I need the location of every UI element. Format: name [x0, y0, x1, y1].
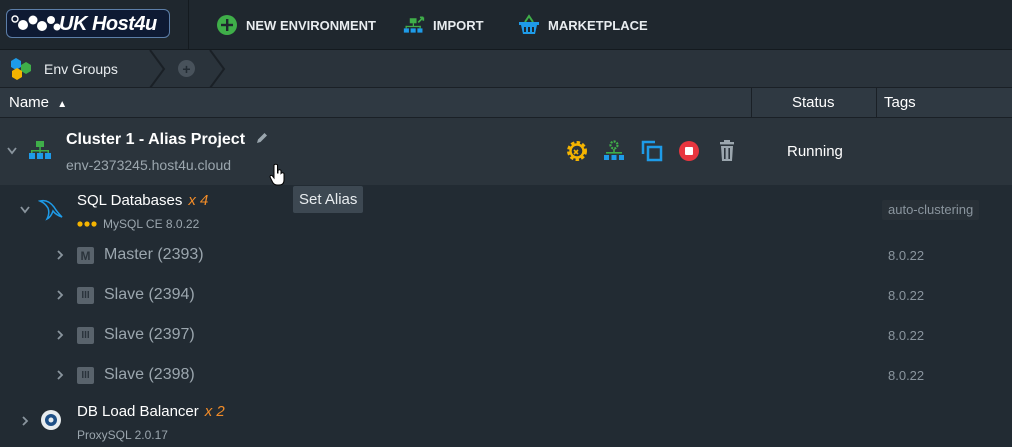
- settings-icon[interactable]: [565, 139, 589, 163]
- breadcrumb-separator: [209, 50, 226, 88]
- toolbar-divider: [188, 0, 189, 50]
- breadcrumb-separator: [149, 50, 166, 88]
- table-header: Name ▲ Status Tags: [0, 88, 1012, 118]
- node-label: Slave (2397): [104, 326, 195, 343]
- logo-text: UK Host4u: [59, 13, 157, 35]
- layer-sql-databases[interactable]: SQL Databases x 4 MySQL CE 8.0.22 auto-cl…: [0, 185, 1012, 235]
- top-toolbar: UK Host4u NEW ENVIRONMENT IMPORT MARKETP…: [0, 0, 1012, 50]
- layer-subtitle: ProxySQL 2.0.17: [77, 428, 168, 442]
- pencil-icon[interactable]: [255, 131, 269, 145]
- marketplace-label: MARKETPLACE: [548, 17, 648, 33]
- env-groups-breadcrumb[interactable]: Env Groups: [10, 56, 118, 82]
- slave-node-icon: III: [77, 367, 94, 384]
- basket-icon: [519, 14, 539, 34]
- column-divider: [876, 88, 877, 118]
- environment-status: Running: [787, 143, 843, 160]
- environment-row[interactable]: Cluster 1 - Alias Project env-2373245.ho…: [0, 118, 1012, 186]
- logo-dots-icon: [11, 15, 61, 31]
- column-tags-header[interactable]: Tags: [884, 94, 916, 111]
- add-group-button[interactable]: +: [178, 60, 195, 77]
- layer-title: DB Load Balancer x 2: [77, 403, 225, 420]
- node-label: Slave (2394): [104, 286, 195, 303]
- master-node-icon: M: [77, 247, 94, 264]
- column-name-header[interactable]: Name ▲: [9, 94, 67, 111]
- chevron-right-icon[interactable]: [55, 249, 65, 261]
- chevron-right-icon[interactable]: [55, 289, 65, 301]
- slave-node-icon: III: [77, 287, 94, 304]
- chevron-right-icon[interactable]: [55, 329, 65, 341]
- brand-logo[interactable]: UK Host4u: [6, 9, 170, 38]
- node-count-badge: x 4: [188, 192, 209, 209]
- node-version: 8.0.22: [888, 328, 925, 343]
- node-label: Master (2393): [104, 246, 204, 263]
- clone-icon[interactable]: [640, 139, 664, 163]
- chevron-down-icon[interactable]: [19, 205, 31, 215]
- stop-icon[interactable]: [677, 139, 701, 163]
- layer-db-load-balancer[interactable]: DB Load Balancer x 2 ProxySQL 2.0.17: [0, 395, 1012, 447]
- layer-title: SQL Databases x 4: [77, 192, 209, 209]
- node-row[interactable]: III Slave (2398) 8.0.22: [0, 355, 1012, 395]
- environment-topology-icon: [29, 141, 51, 159]
- topology-icon[interactable]: [602, 139, 626, 163]
- node-label: Slave (2398): [104, 366, 195, 383]
- env-groups-bar: Env Groups +: [0, 50, 1012, 88]
- proxysql-icon: [41, 410, 61, 430]
- node-version: 8.0.22: [888, 368, 925, 383]
- hexagons-icon: [11, 58, 31, 80]
- node-count-badge: x 2: [204, 403, 225, 420]
- node-row[interactable]: III Slave (2394) 8.0.22: [0, 275, 1012, 315]
- column-status-header[interactable]: Status: [792, 94, 835, 111]
- hand-cursor-icon: [269, 163, 285, 186]
- environment-domain[interactable]: env-2373245.host4u.cloud: [66, 157, 231, 173]
- mysql-dolphin-icon: [38, 199, 63, 221]
- node-row[interactable]: M Master (2393) 8.0.22: [0, 235, 1012, 275]
- slave-node-icon: III: [77, 327, 94, 344]
- node-version: 8.0.22: [888, 248, 925, 263]
- environment-title[interactable]: Cluster 1 - Alias Project: [66, 131, 269, 149]
- delete-icon[interactable]: [715, 139, 739, 163]
- chevron-down-icon[interactable]: [6, 146, 18, 156]
- import-button[interactable]: IMPORT: [403, 14, 484, 36]
- env-groups-label: Env Groups: [44, 61, 118, 77]
- column-divider: [751, 88, 752, 118]
- import-icon: [403, 16, 425, 33]
- chevron-right-icon[interactable]: [20, 415, 30, 427]
- new-environment-label: NEW ENVIRONMENT: [246, 17, 376, 33]
- tag-auto-clustering[interactable]: auto-clustering: [882, 200, 980, 220]
- chevron-right-icon[interactable]: [55, 369, 65, 381]
- new-environment-button[interactable]: NEW ENVIRONMENT: [216, 14, 376, 36]
- layer-subtitle: MySQL CE 8.0.22: [77, 217, 199, 231]
- marketplace-button[interactable]: MARKETPLACE: [518, 14, 648, 36]
- node-version: 8.0.22: [888, 288, 925, 303]
- import-label: IMPORT: [433, 17, 484, 33]
- add-circle-icon: [217, 15, 237, 35]
- sort-ascending-icon: ▲: [57, 99, 68, 110]
- node-row[interactable]: III Slave (2397) 8.0.22: [0, 315, 1012, 355]
- cluster-dots-icon: [77, 221, 97, 227]
